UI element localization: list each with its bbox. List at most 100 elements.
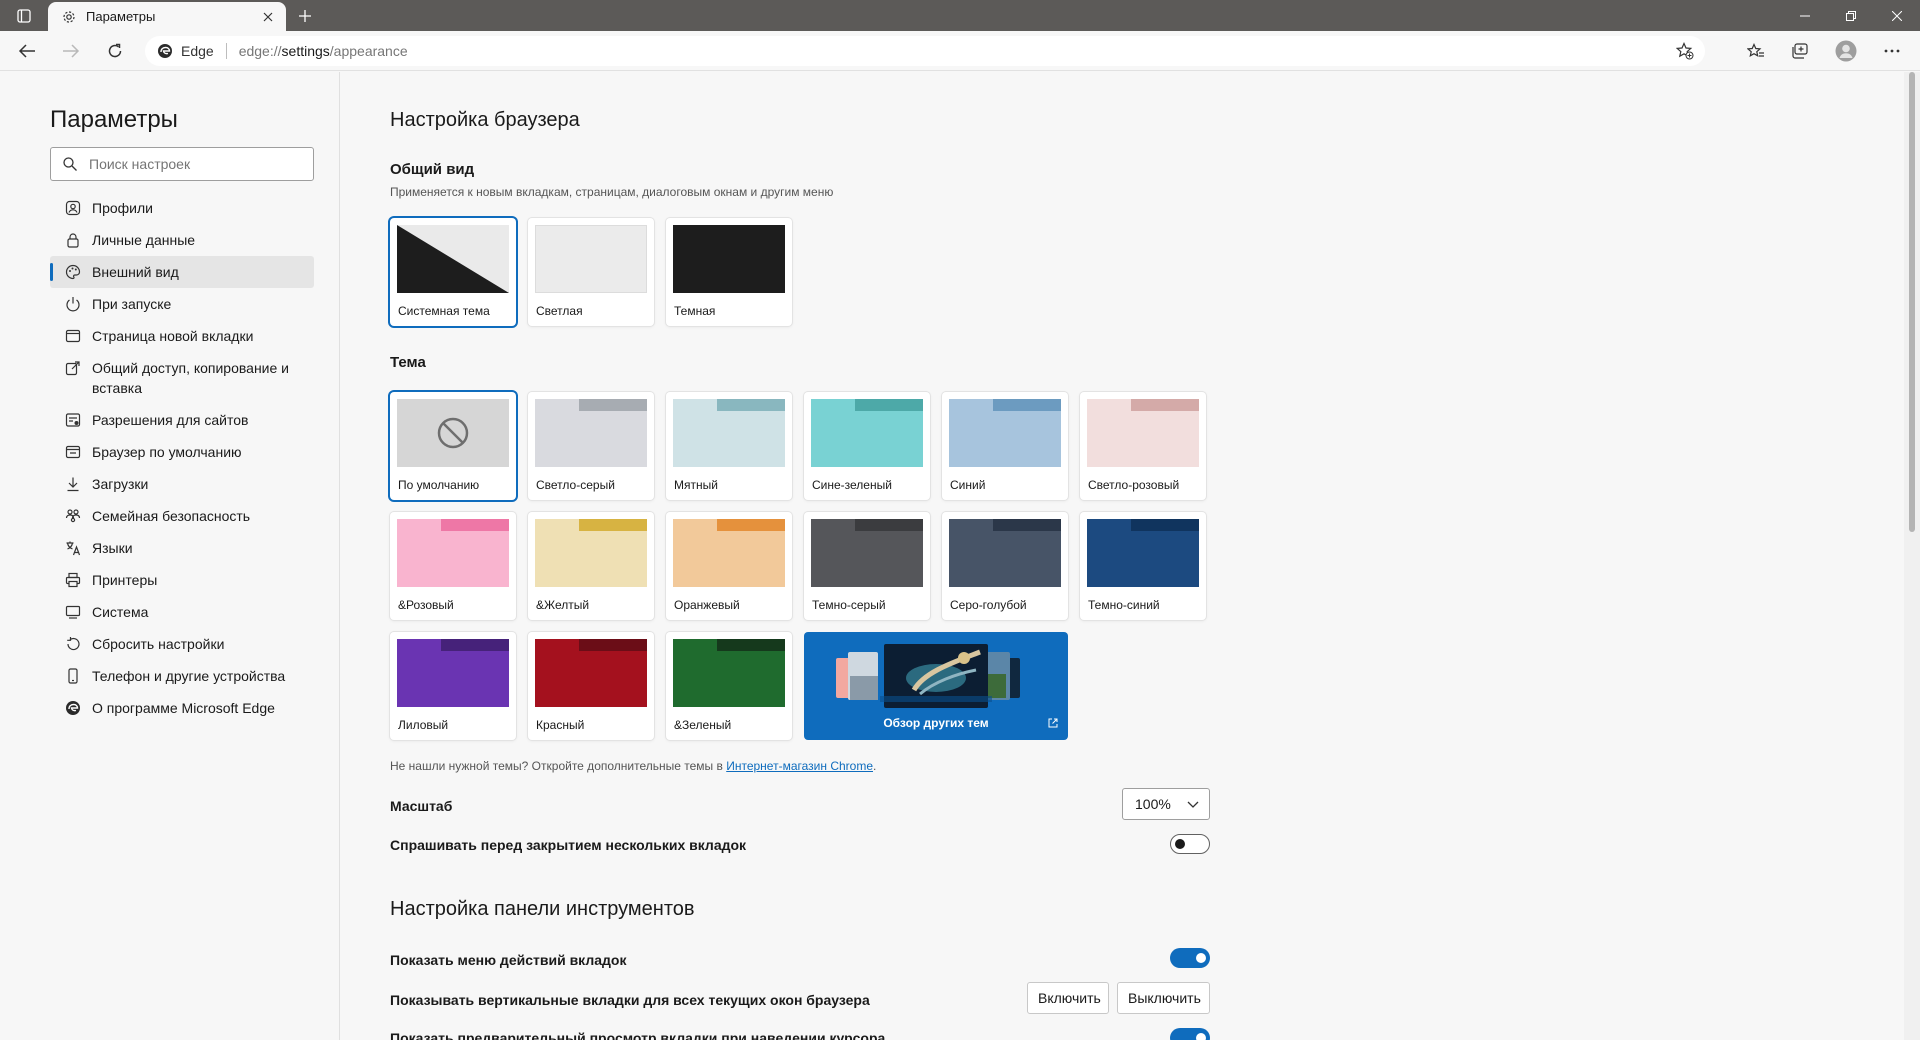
refresh-button[interactable] xyxy=(100,37,130,65)
vertical-tabs-enable-button[interactable]: Включить xyxy=(1027,982,1109,1014)
theme-option-11[interactable]: Темно-синий xyxy=(1080,512,1206,620)
appearance-option-light[interactable]: Светлая xyxy=(528,218,654,326)
sidebar-item-system[interactable]: Система xyxy=(50,596,314,628)
plus-icon xyxy=(299,10,311,22)
collections-button[interactable] xyxy=(1785,37,1815,65)
sidebar-item-printers[interactable]: Принтеры xyxy=(50,564,314,596)
close-window-button[interactable] xyxy=(1874,0,1920,31)
settings-search-box[interactable] xyxy=(50,147,314,181)
tab-preview-toggle[interactable] xyxy=(1170,1028,1210,1040)
theme-option-12[interactable]: Лиловый xyxy=(390,632,516,740)
sidebar-item-appearance[interactable]: Внешний вид xyxy=(50,256,314,288)
theme-option-6[interactable]: &Розовый xyxy=(390,512,516,620)
phone-icon xyxy=(64,666,82,686)
sidebar-item-label: Семейная безопасность xyxy=(92,508,251,524)
sidebar-item-family-safety[interactable]: Семейная безопасность xyxy=(50,500,314,532)
sidebar-item-new-tab-page[interactable]: Страница новой вкладки xyxy=(50,320,314,352)
profile-icon xyxy=(64,198,82,218)
settings-and-more-button[interactable] xyxy=(1877,37,1907,65)
sidebar-item-phone-devices[interactable]: Телефон и другие устройства xyxy=(50,660,314,692)
sidebar-item-share-copy-paste[interactable]: Общий доступ, копирование и вставка xyxy=(50,352,314,404)
theme-option-5[interactable]: Светло-розовый xyxy=(1080,392,1206,500)
sidebar-item-label: Языки xyxy=(92,540,133,556)
sidebar-item-default-browser[interactable]: Браузер по умолчанию xyxy=(50,436,314,468)
theme-option-label: Темно-синий xyxy=(1088,598,1160,612)
profile-button[interactable] xyxy=(1831,37,1861,65)
overall-appearance-heading: Общий вид xyxy=(390,161,475,178)
theme-option-label: &Розовый xyxy=(398,598,454,612)
share-icon xyxy=(64,358,82,378)
sidebar-item-downloads[interactable]: Загрузки xyxy=(50,468,314,500)
sidebar-item-label: Общий доступ, копирование и вставка xyxy=(92,360,289,396)
overall-appearance-description: Применяется к новым вкладкам, страницам,… xyxy=(390,185,834,199)
tab-actions-menu-icon[interactable] xyxy=(10,6,38,26)
new-tab-button[interactable] xyxy=(293,5,317,27)
sidebar-item-site-permissions[interactable]: Разрешения для сайтов xyxy=(50,404,314,436)
explore-more-themes-card[interactable]: Обзор других тем xyxy=(804,632,1068,740)
theme-option-label: Лиловый xyxy=(398,718,449,732)
address-bar[interactable]: Edge edge://settings/appearance xyxy=(145,36,1705,66)
tab-actions-menu-toggle[interactable] xyxy=(1170,948,1210,968)
appearance-option-system[interactable]: Системная тема xyxy=(390,218,516,326)
appearance-option-label: Темная xyxy=(674,304,716,318)
theme-option-13[interactable]: Красный xyxy=(528,632,654,740)
theme-option-3[interactable]: Сине-зеленый xyxy=(804,392,930,500)
theme-preview-tab xyxy=(397,639,441,651)
note-text: Не нашли нужной темы? Откройте дополните… xyxy=(390,759,727,773)
theme-option-14[interactable]: &Зеленый xyxy=(666,632,792,740)
appearance-option-dark[interactable]: Темная xyxy=(666,218,792,326)
browser-toolbar: Edge edge://settings/appearance xyxy=(0,31,1920,71)
scrollbar-thumb[interactable] xyxy=(1909,72,1915,532)
ask-before-closing-toggle[interactable] xyxy=(1170,834,1210,854)
theme-option-label: Светло-серый xyxy=(536,478,615,492)
add-favorite-button[interactable] xyxy=(1673,40,1697,62)
tab-preview-label: Показать предварительный просмотр вкладк… xyxy=(390,1030,886,1040)
toggle-knob xyxy=(1196,1033,1206,1040)
back-button[interactable] xyxy=(12,37,42,65)
sidebar-item-label: Страница новой вкладки xyxy=(92,328,254,344)
theme-preview-tab xyxy=(535,639,579,651)
theme-preview-tab xyxy=(811,519,855,531)
search-input[interactable] xyxy=(89,156,289,172)
sidebar-item-about-edge[interactable]: О программе Microsoft Edge xyxy=(50,692,314,724)
theme-preview-tab xyxy=(673,639,717,651)
theme-preview xyxy=(949,519,1061,587)
theme-option-label: Красный xyxy=(536,718,585,732)
forward-button[interactable] xyxy=(56,37,86,65)
tab-close-icon[interactable] xyxy=(258,7,278,27)
theme-option-7[interactable]: &Желтый xyxy=(528,512,654,620)
note-end: . xyxy=(873,759,877,773)
collections-icon xyxy=(1792,43,1808,59)
theme-option-9[interactable]: Темно-серый xyxy=(804,512,930,620)
theme-option-label: Темно-серый xyxy=(812,598,886,612)
page-scrollbar[interactable] xyxy=(1904,72,1920,1040)
theme-option-2[interactable]: Мятный xyxy=(666,392,792,500)
vertical-tabs-label: Показывать вертикальные вкладки для всех… xyxy=(390,992,870,1008)
vertical-tabs-disable-button[interactable]: Выключить xyxy=(1117,982,1210,1014)
sidebar-item-profiles[interactable]: Профили xyxy=(50,192,314,224)
zoom-value: 100% xyxy=(1135,796,1171,812)
theme-option-8[interactable]: Оранжевый xyxy=(666,512,792,620)
theme-option-1[interactable]: Светло-серый xyxy=(528,392,654,500)
themes-store-note: Не нашли нужной темы? Откройте дополните… xyxy=(390,759,876,773)
minimize-button[interactable] xyxy=(1782,0,1828,31)
sidebar-item-reset-settings[interactable]: Сбросить настройки xyxy=(50,628,314,660)
theme-preview-body xyxy=(535,531,647,587)
favorites-button[interactable] xyxy=(1741,37,1771,65)
sidebar-item-privacy[interactable]: Личные данные xyxy=(50,224,314,256)
zoom-select[interactable]: 100% xyxy=(1122,788,1210,820)
ask-before-closing-label: Спрашивать перед закрытием нескольких вк… xyxy=(390,837,747,853)
sidebar-item-on-startup[interactable]: При запуске xyxy=(50,288,314,320)
sidebar-item-label: Принтеры xyxy=(92,572,158,588)
sidebar-item-languages[interactable]: Языки xyxy=(50,532,314,564)
sidebar-item-label: Загрузки xyxy=(92,476,149,492)
theme-option-10[interactable]: Серо-голубой xyxy=(942,512,1068,620)
address-url: edge://settings/appearance xyxy=(239,43,408,59)
chrome-web-store-link[interactable]: Интернет-магазин Chrome xyxy=(726,759,873,773)
restore-button[interactable] xyxy=(1828,0,1874,31)
theme-option-4[interactable]: Синий xyxy=(942,392,1068,500)
browser-tab-settings[interactable]: Параметры xyxy=(48,2,286,31)
theme-preview-tab xyxy=(673,399,717,411)
sidebar-item-label: Браузер по умолчанию xyxy=(92,444,242,460)
theme-option-default[interactable]: По умолчанию xyxy=(390,392,516,500)
